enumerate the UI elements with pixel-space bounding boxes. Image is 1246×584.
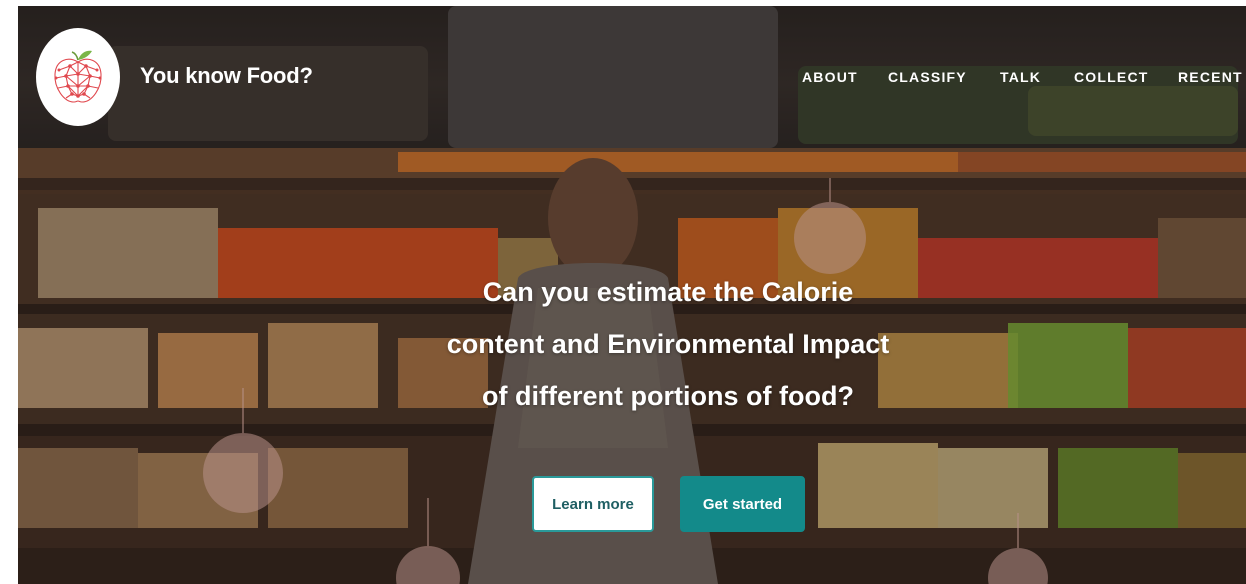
nav-talk[interactable]: TALK	[1000, 69, 1074, 85]
headline-line: of different portions of food?	[482, 381, 854, 411]
get-started-button[interactable]: Get started	[680, 476, 805, 532]
nav-recent[interactable]: RECENT	[1178, 69, 1243, 85]
main-nav: ABOUT CLASSIFY TALK COLLECT RECENT	[802, 69, 1243, 85]
site-title[interactable]: You know Food?	[140, 63, 313, 89]
page-frame: You know Food? ABOUT CLASSIFY TALK COLLE…	[18, 6, 1246, 584]
nav-about[interactable]: ABOUT	[802, 69, 888, 85]
nav-classify[interactable]: CLASSIFY	[888, 69, 1000, 85]
hero-section: Can you estimate the Calorie content and…	[18, 148, 1246, 584]
headline-line: content and Environmental Impact	[446, 329, 890, 359]
site-logo[interactable]	[36, 28, 120, 126]
learn-more-button[interactable]: Learn more	[532, 476, 654, 532]
site-header: You know Food? ABOUT CLASSIFY TALK COLLE…	[18, 6, 1246, 148]
headline-line: Can you estimate the Calorie	[482, 277, 854, 307]
nav-collect[interactable]: COLLECT	[1074, 69, 1178, 85]
apple-network-icon	[54, 50, 102, 103]
hero-headline: Can you estimate the Calorie content and…	[348, 266, 988, 422]
